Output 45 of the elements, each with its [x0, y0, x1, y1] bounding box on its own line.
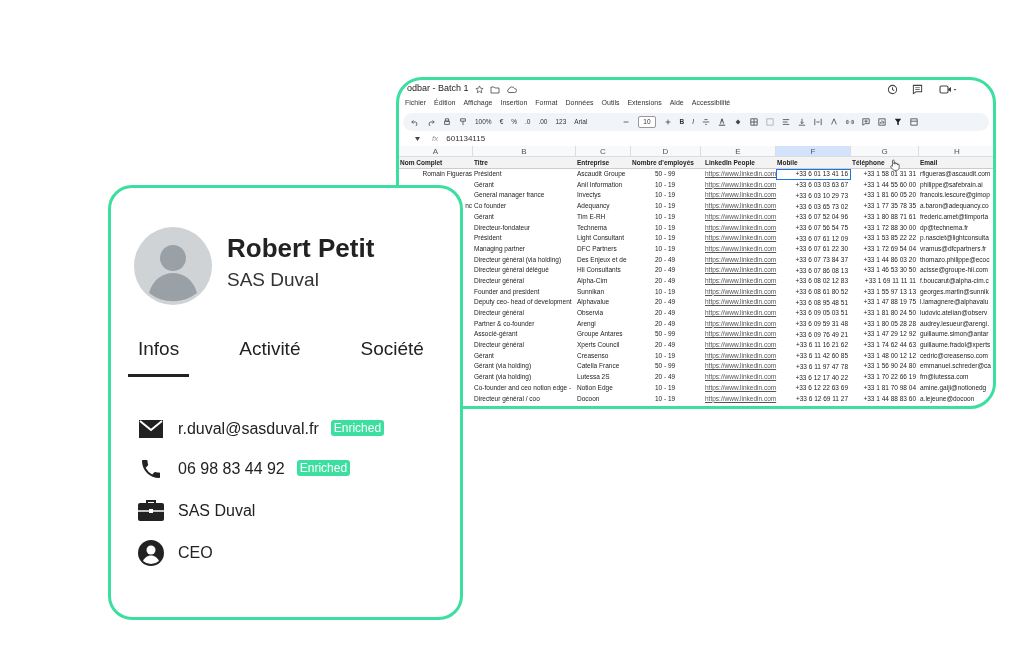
- document-title: odbar - Batch 1: [407, 82, 469, 96]
- briefcase-icon: [137, 498, 165, 523]
- column-letter[interactable]: D: [631, 146, 701, 156]
- view-icon[interactable]: [910, 118, 919, 126]
- paint-format-icon[interactable]: [459, 118, 467, 126]
- contact-company: SAS Duval: [227, 267, 320, 292]
- column-letter[interactable]: C: [576, 146, 631, 156]
- field-value: r.duval@sasduval.fr: [178, 418, 319, 439]
- field-value: SAS Duval: [178, 500, 256, 521]
- formula-label: fx: [432, 133, 439, 145]
- chart-icon[interactable]: [878, 118, 887, 126]
- text-wrap-icon[interactable]: [814, 118, 823, 126]
- column-letter[interactable]: B: [473, 146, 576, 156]
- undo-icon[interactable]: [411, 118, 419, 126]
- cloud-icon[interactable]: [505, 84, 517, 94]
- text-color-icon[interactable]: [718, 118, 727, 126]
- tab[interactable]: Infos: [128, 335, 190, 377]
- field-value: 06 98 83 44 92: [178, 458, 285, 479]
- history-icon[interactable]: [887, 83, 898, 95]
- column-letter[interactable]: G: [851, 146, 919, 156]
- strikethrough-icon[interactable]: [702, 118, 711, 126]
- plus-icon[interactable]: [663, 118, 672, 126]
- field-value: CEO: [178, 542, 213, 563]
- formula-field[interactable]: 601134115: [446, 133, 486, 145]
- tab[interactable]: Société: [350, 335, 434, 377]
- vertical-align-icon[interactable]: [798, 118, 807, 126]
- column-letter[interactable]: H: [919, 146, 993, 156]
- column-letter[interactable]: F: [776, 146, 851, 156]
- enriched-badge: Enriched: [330, 419, 385, 436]
- folder-icon[interactable]: [489, 84, 500, 94]
- add-comment-icon[interactable]: [862, 118, 871, 126]
- borders-icon[interactable]: [750, 118, 759, 126]
- redo-icon[interactable]: [427, 118, 435, 126]
- user-circle-icon: [137, 538, 165, 567]
- filter-icon[interactable]: [894, 118, 903, 126]
- caret-icon[interactable]: [415, 137, 420, 141]
- mail-icon: [138, 418, 164, 439]
- enriched-badge: Enriched: [296, 459, 351, 476]
- video-camera-icon[interactable]: [939, 83, 957, 95]
- star-icon[interactable]: [474, 84, 484, 94]
- comment-icon[interactable]: [912, 83, 923, 95]
- tab[interactable]: Activité: [229, 335, 311, 377]
- align-icon[interactable]: [782, 118, 791, 126]
- contact-name: Robert Petit: [227, 231, 375, 264]
- column-letter[interactable]: A: [399, 146, 473, 156]
